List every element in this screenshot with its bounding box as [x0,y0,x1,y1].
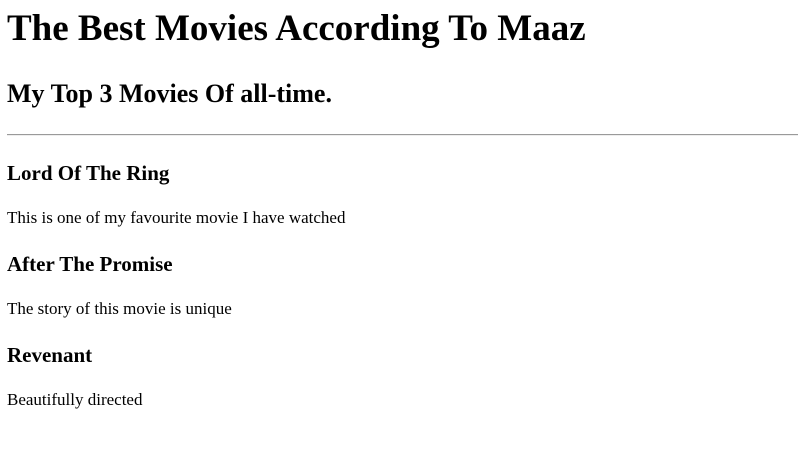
movie-list: Lord Of The Ring This is one of my favou… [7,161,798,410]
movie-description-1: This is one of my favourite movie I have… [7,208,346,227]
movie-title-2: After The Promise [7,252,173,276]
movie-title-1: Lord Of The Ring [7,161,170,185]
page-title: The Best Movies According To Maaz [7,8,586,49]
movie-title-3: Revenant [7,343,93,367]
page-subtitle: My Top 3 Movies Of all-time. [7,79,332,108]
movie-description-3: Beautifully directed [7,390,143,409]
movie-description-2: The story of this movie is unique [7,299,232,318]
page-content: The Best Movies According To Maaz My Top… [0,8,798,410]
section-divider [7,134,798,136]
